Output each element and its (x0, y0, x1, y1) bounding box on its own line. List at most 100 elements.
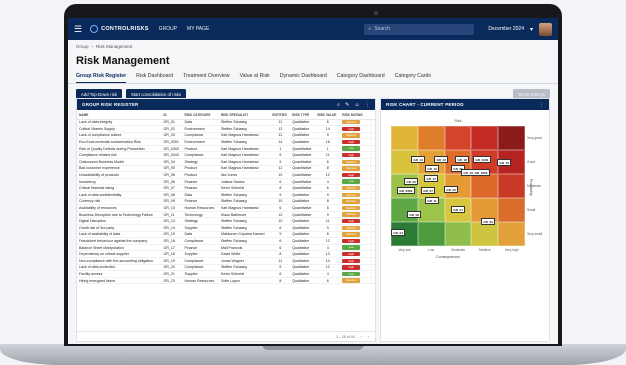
row-menu-icon[interactable]: ⋮ (366, 198, 375, 206)
matrix-cell[interactable] (417, 222, 445, 246)
matrix-cell[interactable] (444, 222, 472, 246)
table-row[interactable]: Lack of compliance culture GR_03 Complianc… (77, 132, 375, 140)
tab-value-at-risk[interactable]: Value at Risk (240, 70, 270, 83)
row-menu-icon[interactable]: ⋮ (366, 119, 375, 127)
tab-category-dashboard[interactable]: Category Dashboard (337, 70, 385, 83)
table-row[interactable]: Dependency on critical supplier GR_18 Supp… (77, 250, 375, 258)
nav-group[interactable]: GROUP (159, 26, 177, 32)
column-header[interactable]: NAME (77, 110, 162, 120)
matrix-cell[interactable] (498, 126, 525, 150)
matrix-cell[interactable] (417, 126, 445, 150)
risk-tag[interactable]: GR_12 (434, 156, 449, 164)
column-header[interactable]: ID (161, 110, 183, 120)
row-menu-icon[interactable]: ⋮ (366, 217, 375, 225)
table-row[interactable]: Facility access GR_21 Supplier Kevin Schmid… (77, 270, 375, 278)
period-selector[interactable]: December 2024 (488, 26, 524, 32)
risk-tag[interactable]: GR_2430 (473, 156, 491, 164)
row-menu-icon[interactable]: ⋮ (366, 204, 375, 212)
risk-tag[interactable]: GR_19_GR_0303 (461, 169, 490, 177)
risk-tag[interactable]: GR_18 (455, 156, 470, 164)
tab-category-cards[interactable]: Category Cards (395, 70, 431, 83)
table-row[interactable]: Non-compliance with the accounting oblig… (77, 257, 375, 265)
edit-icon[interactable]: ✎ (345, 102, 349, 108)
row-menu-icon[interactable]: ⋮ (366, 125, 375, 133)
row-menu-icon[interactable]: ⋮ (366, 257, 375, 265)
table-row[interactable]: Lack of data protection GR_20 Compliance St… (77, 264, 375, 272)
tab-risk-dashboard[interactable]: Risk Dashboard (136, 70, 173, 83)
row-menu-icon[interactable]: ⋮ (366, 224, 375, 232)
table-row[interactable]: Hiring energized talent GR_23 Human Resour… (77, 277, 375, 285)
row-menu-icon[interactable]: ⋮ (366, 231, 375, 239)
table-row[interactable]: Business Disruption due to Technology Fa… (77, 211, 375, 219)
chevron-right-icon[interactable]: › (368, 335, 369, 339)
row-menu-icon[interactable]: ⋮ (366, 178, 375, 186)
table-row[interactable]: Risk of Quality Defects during Productio… (77, 145, 375, 153)
column-header[interactable]: RISK CATEGORY (182, 110, 219, 120)
row-menu-icon[interactable]: ⋮ (366, 244, 375, 252)
users-icon[interactable]: ☺ (354, 102, 359, 108)
chevron-down-icon[interactable]: ▾ (530, 26, 533, 33)
row-menu-icon[interactable]: ⋮ (366, 158, 375, 166)
row-menu-icon[interactable]: ⋮ (366, 191, 375, 199)
risk-tag[interactable]: GR_05 (404, 178, 419, 186)
risk-tag[interactable]: GR_11 (425, 197, 440, 205)
table-row[interactable]: Critical financial rating GR_07 Finance Kev… (77, 184, 375, 193)
hamburger-menu-icon[interactable]: ☰ (74, 24, 82, 35)
matrix-cell[interactable] (444, 126, 472, 150)
tab-dynamic-dashboard[interactable]: Dynamic Dashboard (280, 70, 327, 83)
table-row[interactable]: Availability of resources GR_10 Human Reso… (77, 204, 375, 212)
table-row[interactable]: Bad customer experience GR_05 Product Karl … (77, 165, 375, 173)
table-row[interactable]: Compliance related risk GR_0343 Compliance… (77, 151, 375, 160)
table-row[interactable]: Unavailability of products GR_06 Product Il… (77, 171, 375, 179)
risk-tag[interactable]: GR_0303 (397, 187, 415, 195)
row-menu-icon[interactable]: ⋮ (366, 211, 375, 219)
column-header[interactable]: RISK SPECIALIST (218, 110, 271, 120)
table-row[interactable]: Credit risk of 3rd party GR_14 Supplier Ste… (77, 224, 375, 232)
risk-tag[interactable]: GR_08 (407, 211, 422, 219)
row-menu-icon[interactable]: ⋮ (366, 132, 375, 140)
table-row[interactable]: Outsourced Business Model GR_04 Strategy Ka… (77, 158, 375, 166)
risk-tag[interactable]: GR_20 (481, 218, 496, 226)
column-header[interactable]: ENTITIES (270, 110, 291, 120)
row-menu-icon[interactable]: ⋮ (366, 138, 375, 146)
risk-tag[interactable]: GR_21 (451, 206, 466, 214)
avatar[interactable] (539, 22, 552, 36)
risk-tag[interactable]: GR_17 (424, 175, 439, 183)
risk-tag[interactable]: GR_07 (421, 187, 436, 195)
row-menu-icon[interactable]: ⋮ (366, 270, 375, 278)
row-menu-icon[interactable]: ⋮ (366, 145, 375, 153)
nav-my-page[interactable]: MY PAGE (187, 26, 209, 32)
table-row[interactable]: Digital Disruption GR_13 Strategy Steffen S… (77, 217, 375, 225)
matrix-cell[interactable] (498, 222, 525, 246)
table-row[interactable]: Balance Sheet Manipulation GR_17 Finance Ma… (77, 244, 375, 252)
row-menu-icon[interactable]: ⋮ (366, 237, 375, 245)
table-row[interactable]: Fraudulent behaviour against the company… (77, 237, 375, 245)
matrix-cell[interactable] (471, 222, 499, 246)
table-row[interactable]: Insolvency GR_06 Finance Juliana Santos 6 Qua… (77, 178, 375, 186)
row-menu-icon[interactable]: ⋮ (366, 264, 375, 272)
row-menu-icon[interactable]: ⋮ (366, 250, 375, 258)
table-row[interactable]: Lack of data confidentiality GR_08 Data Ste… (77, 191, 375, 199)
chevron-left-icon[interactable]: ‹ (361, 335, 362, 339)
tab-treatment-overview[interactable]: Treatment Overview (183, 70, 230, 83)
matrix-cell[interactable] (391, 198, 418, 222)
table-row[interactable]: Currency risk GR_09 Finance Steffen Schaarg… (77, 198, 375, 206)
row-menu-icon[interactable]: ⋮ (366, 151, 375, 160)
search-icon[interactable]: ⌕ (337, 102, 340, 108)
table-row[interactable]: Lack of data integrity GR_01 Data Steffen S… (77, 119, 375, 127)
risk-tag[interactable]: GR_14 (411, 156, 426, 164)
matrix-cell[interactable] (498, 198, 525, 222)
matrix-cell[interactable] (471, 126, 499, 150)
tab-group-risk-register[interactable]: Group Risk Register (76, 70, 127, 83)
more-icon[interactable]: ⋮ (539, 102, 544, 108)
row-menu-icon[interactable]: ⋮ (366, 165, 375, 173)
matrix-cell[interactable] (471, 174, 499, 198)
matrix-cell[interactable] (391, 126, 418, 150)
brand-logo[interactable]: CONTROLRISKS (90, 25, 149, 33)
column-header[interactable]: RISK TYPE (290, 110, 316, 120)
row-menu-icon[interactable]: ⋮ (366, 277, 375, 285)
table-row[interactable]: Lack of availability of data GR_15 Data Mak… (77, 231, 375, 239)
table-row[interactable]: Eco-Environmental contamination Risk GR_0… (77, 138, 375, 146)
row-menu-icon[interactable]: ⋮ (366, 171, 375, 179)
risk-tag[interactable]: GR_10 (425, 165, 440, 173)
